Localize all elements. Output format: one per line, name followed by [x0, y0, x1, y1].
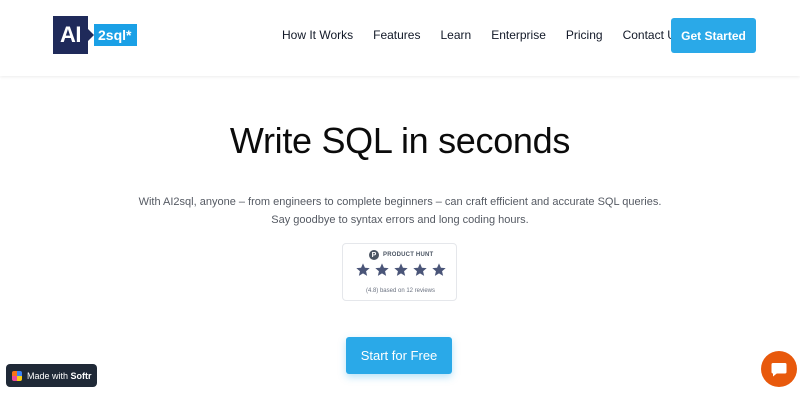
main-nav: How It Works Features Learn Enterprise P… — [282, 28, 682, 42]
logo-sql-block: 2sql* — [94, 24, 138, 46]
nav-enterprise[interactable]: Enterprise — [491, 28, 546, 42]
rating-caption: (4.8) based on 12 reviews — [365, 288, 436, 294]
nav-features[interactable]: Features — [373, 28, 420, 42]
nav-how-it-works[interactable]: How It Works — [282, 28, 353, 42]
hero-title: Write SQL in seconds — [229, 120, 571, 161]
product-hunt-rating-card[interactable]: P PRODUCT HUNT (4.8) based on 12 reviews — [342, 243, 457, 301]
product-hunt-label: PRODUCT HUNT — [383, 252, 434, 258]
chat-bubble-icon — [771, 363, 787, 377]
get-started-button[interactable]: Get Started — [671, 18, 756, 53]
star-icon — [356, 263, 370, 276]
softr-badge-brand: Softr — [70, 370, 92, 381]
logo-arrow-icon — [87, 28, 94, 42]
softr-logo-icon — [12, 370, 22, 381]
nav-pricing[interactable]: Pricing — [566, 28, 603, 42]
hero-subtitle-line-2: Say goodbye to syntax errors and long co… — [271, 214, 529, 226]
ai2sql-logo[interactable]: AI 2sql* — [53, 16, 138, 54]
nav-learn[interactable]: Learn — [440, 28, 471, 42]
star-icon — [375, 263, 389, 276]
made-with-softr-badge[interactable]: Made with Softr — [6, 364, 97, 387]
start-for-free-button[interactable]: Start for Free — [346, 337, 452, 374]
rating-stars — [355, 262, 447, 278]
star-icon — [394, 263, 408, 276]
product-hunt-header: P PRODUCT HUNT — [369, 250, 433, 260]
softr-badge-text: Made with Softr — [27, 371, 92, 381]
site-header: AI 2sql* How It Works Features Learn Ent… — [0, 0, 800, 76]
chat-launcher-button[interactable] — [761, 351, 797, 387]
logo-ai-block: AI — [53, 16, 88, 54]
star-icon — [432, 263, 446, 276]
hero-subtitle: With AI2sql, anyone – from engineers to … — [0, 193, 800, 229]
hero-subtitle-line-1: With AI2sql, anyone – from engineers to … — [138, 196, 662, 208]
star-icon — [413, 263, 427, 276]
product-hunt-icon: P — [369, 250, 379, 260]
softr-badge-prefix: Made with — [27, 370, 71, 381]
